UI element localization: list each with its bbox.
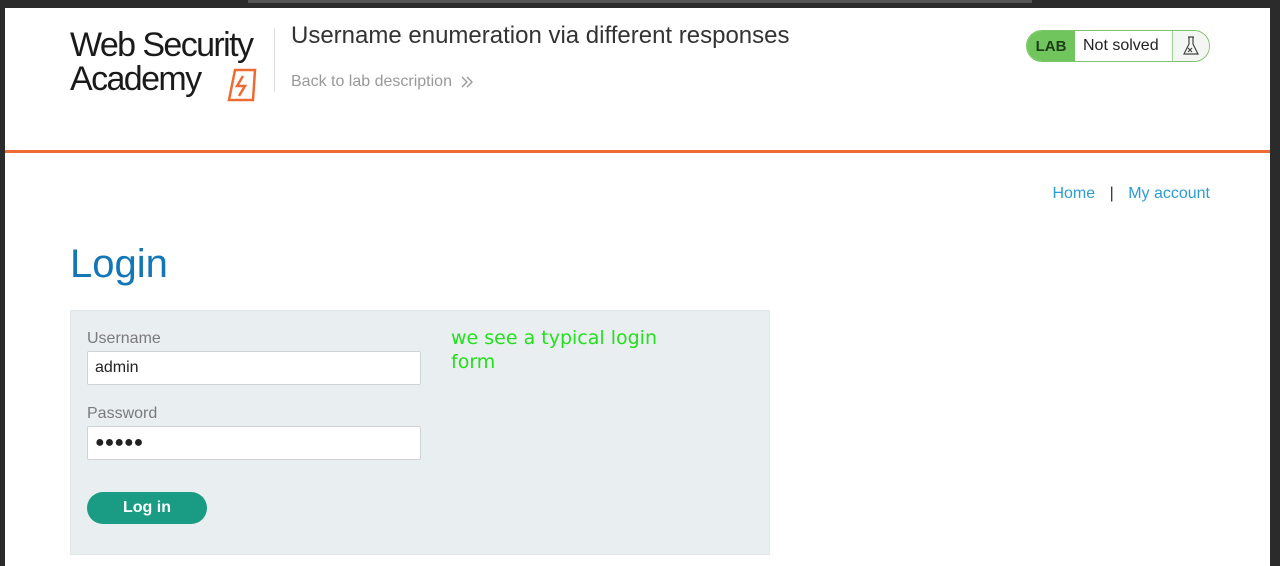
nav-my-account-link[interactable]: My account <box>1128 185 1210 202</box>
back-to-lab-link[interactable]: Back to lab description <box>291 73 474 91</box>
password-label: Password <box>87 405 157 423</box>
nav-separator: | <box>1110 185 1114 202</box>
back-link-label: Back to lab description <box>291 73 452 91</box>
username-input[interactable] <box>87 351 421 385</box>
header-divider <box>274 28 275 92</box>
double-chevron-right-icon <box>460 75 474 89</box>
handwritten-annotation: we see a typical login form <box>451 326 681 374</box>
lab-status-badge: LAB Not solved <box>1026 30 1210 62</box>
page-title: Login <box>70 242 168 287</box>
top-nav: Home | My account <box>1052 185 1210 203</box>
logo-line-1: Web Security <box>70 28 252 62</box>
lab-title: Username enumeration via different respo… <box>291 22 790 50</box>
nav-home-link[interactable]: Home <box>1052 185 1095 202</box>
web-security-academy-logo[interactable]: Web Security Academy <box>70 28 275 102</box>
flask-icon <box>1183 36 1199 56</box>
lab-header: Web Security Academy Username enumeratio… <box>5 8 1270 150</box>
password-input[interactable] <box>87 426 421 460</box>
browser-top-strip <box>248 0 1032 3</box>
logo-line-2: Academy <box>70 62 252 96</box>
lab-badge-label: LAB <box>1027 31 1075 61</box>
username-label: Username <box>87 330 161 348</box>
login-button[interactable]: Log in <box>87 492 207 524</box>
login-form: Username Password Log in we see a typica… <box>70 310 770 555</box>
lab-status-text: Not solved <box>1075 31 1173 61</box>
header-accent-line <box>5 150 1270 153</box>
page: Web Security Academy Username enumeratio… <box>5 8 1270 566</box>
logo-lightning-icon <box>227 66 267 102</box>
